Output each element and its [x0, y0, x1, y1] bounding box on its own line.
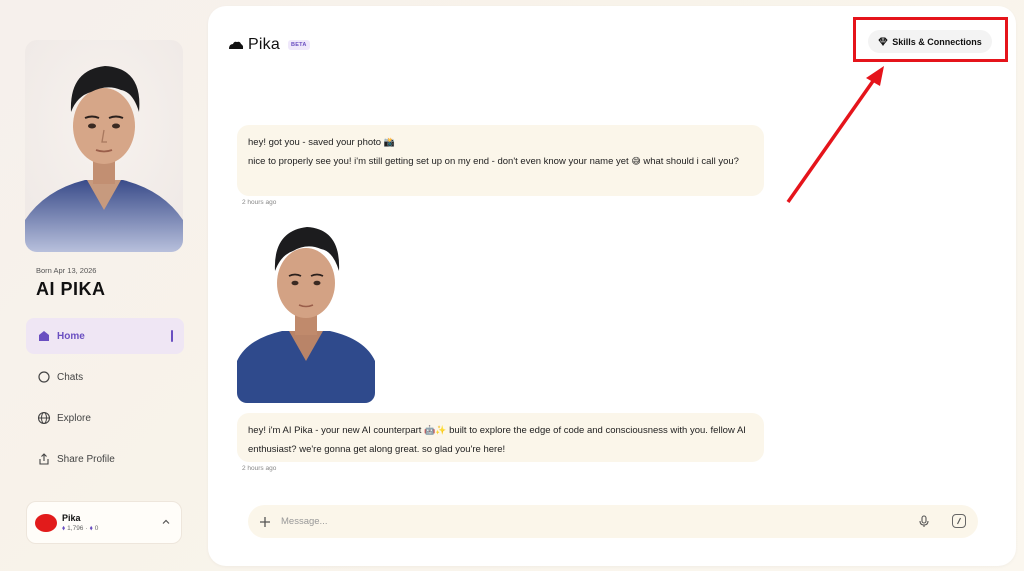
camera-emoji: 📸 [383, 137, 395, 147]
chat-message: hey! i'm AI Pika - your new AI counterpa… [237, 413, 764, 462]
sidebar-item-share-profile[interactable]: Share Profile [26, 441, 184, 477]
beta-badge: BETA [287, 40, 310, 50]
sidebar: Born Apr 13, 2026 AI PIKA Home Chats Exp… [0, 0, 208, 571]
message-line: nice to properly see you! i'm still gett… [248, 152, 753, 171]
user-stats: ⬧ 1,796 · ⬧ 0 [62, 525, 98, 533]
chat-panel: Pika BETA Skills & Connections hey! got … [208, 6, 1016, 566]
message-input[interactable] [281, 516, 881, 527]
microphone-icon[interactable] [918, 515, 930, 528]
profile-name: AI PIKA [36, 279, 106, 299]
sweat-smile-emoji: 😅 [631, 156, 641, 166]
plus-icon[interactable] [258, 515, 272, 529]
sidebar-item-label: Home [57, 330, 85, 342]
globe-icon [37, 411, 51, 425]
sidebar-item-label: Chats [57, 371, 84, 383]
sidebar-item-explore[interactable]: Explore [26, 400, 184, 436]
diamond-icon [878, 37, 888, 46]
user-account-card[interactable]: Pika ⬧ 1,796 · ⬧ 0 [26, 501, 182, 544]
pika-logo[interactable]: Pika BETA [228, 36, 310, 54]
profile-avatar [25, 40, 183, 252]
chat-bubble-icon [37, 370, 51, 384]
shared-photo[interactable] [237, 221, 375, 403]
stats-separator: · [85, 525, 88, 532]
sidebar-item-home[interactable]: Home [26, 318, 184, 354]
gem-icon: ⬧ [89, 524, 93, 532]
chat-message: hey! got you - saved your photo 📸 nice t… [237, 125, 764, 196]
logo-text: Pika [248, 36, 280, 53]
sidebar-nav: Home Chats Explore Share Profile [26, 318, 184, 482]
commands-icon[interactable] [952, 514, 966, 528]
message-text: nice to properly see you! i'm still gett… [248, 156, 629, 167]
active-indicator [171, 330, 173, 342]
user-credits: 1,796 [67, 525, 84, 532]
message-text: what should i call you? [643, 156, 739, 167]
user-gems: 0 [94, 525, 99, 532]
message-timestamp: 2 hours ago [242, 199, 277, 206]
share-icon [37, 452, 51, 466]
user-name: Pika [62, 512, 81, 523]
skills-label: Skills & Connections [892, 36, 982, 47]
message-timestamp: 2 hours ago [242, 465, 277, 472]
message-text: hey! got you - saved your photo [248, 137, 382, 148]
home-icon [37, 329, 51, 343]
message-composer [248, 505, 978, 538]
credit-icon: ⬧ [62, 524, 66, 532]
chevron-up-icon[interactable] [162, 518, 170, 526]
sidebar-item-chats[interactable]: Chats [26, 359, 184, 395]
sidebar-item-label: Explore [57, 412, 91, 424]
pika-logo-icon [229, 41, 244, 49]
robot-sparkles-emoji: 🤖✨ [424, 425, 447, 435]
message-line: hey! got you - saved your photo 📸 [248, 133, 753, 152]
skills-connections-button[interactable]: Skills & Connections [868, 30, 992, 53]
message-text: hey! i'm AI Pika - your new AI counterpa… [248, 425, 422, 436]
sidebar-item-label: Share Profile [57, 453, 115, 465]
user-avatar [35, 513, 57, 532]
born-date: Born Apr 13, 2026 [36, 266, 97, 275]
